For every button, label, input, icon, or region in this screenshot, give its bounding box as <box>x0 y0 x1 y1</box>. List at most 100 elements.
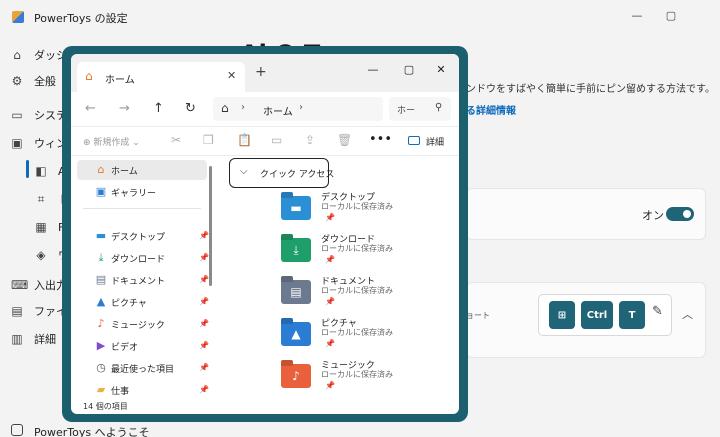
address-bar[interactable]: ⌂ › ホーム › <box>213 97 383 121</box>
paste-icon[interactable]: 📋 <box>237 134 252 146</box>
sidebar-item-0[interactable]: ⌂ ホーム <box>77 160 207 180</box>
pictures-folder-icon: ▲ <box>281 322 311 346</box>
folder-status: ローカルに保存済み <box>321 328 393 337</box>
fancyzones-icon: ▦ <box>35 220 47 234</box>
tab-label: ホーム <box>105 75 135 86</box>
quick-access-folder[interactable]: ⤓ ダウンロード ローカルに保存済み 📌 <box>281 232 459 272</box>
sidebar-item-label: ギャラリー <box>111 189 157 199</box>
window-icon: ▣ <box>11 136 23 150</box>
explorer-maximize-button[interactable]: ▢ <box>397 60 421 80</box>
sidebar-item-1[interactable]: ▣ ギャラリー <box>77 182 207 202</box>
new-tab-button[interactable]: + <box>255 65 267 79</box>
sidebar-item-4[interactable]: ▤ ドキュメント 📌 <box>77 270 209 290</box>
address-text: ホーム <box>263 107 293 118</box>
quick-access-folder[interactable]: ▲ ピクチャ ローカルに保存済み 📌 <box>281 316 459 356</box>
music-icon: ♪ <box>97 317 105 330</box>
address-home-icon: ⌂ <box>221 101 229 115</box>
pencil-icon[interactable]: ✎ <box>652 305 666 319</box>
sidebar-item-label: デスクトップ <box>111 233 166 243</box>
quick-access-folder[interactable]: ▤ ドキュメント ローカルに保存済み 📌 <box>281 274 459 314</box>
folder-glyph: ▬ <box>290 201 302 215</box>
desktop-icon: ▬ <box>95 229 107 242</box>
quick-access-folder[interactable]: ▬ デスクトップ ローカルに保存済み 📌 <box>281 190 459 230</box>
quick-access-label: クイック アクセス <box>260 170 335 180</box>
folder-status: ローカルに保存済み <box>321 202 393 211</box>
sidebar-item-label: 最近使った項目 <box>111 365 175 375</box>
powertoys-titlebar: PowerToys の設定 — ▢ <box>0 0 720 34</box>
refresh-icon[interactable]: ↻ <box>185 102 196 115</box>
nav-item-1[interactable]: ⚙ 全般 <box>0 68 70 94</box>
enable-toggle[interactable] <box>666 207 694 221</box>
gear-icon: ⚙ <box>11 74 23 88</box>
pin-icon: 📌 <box>199 341 209 350</box>
explorer-titlebar: ⌂ ホーム ✕ + — ▢ ✕ <box>71 54 459 92</box>
pin-icon: 📌 <box>199 363 209 372</box>
page-description: ンドウをすばやく簡単に手前にピン留めする方法です。 <box>466 84 715 95</box>
chevron-up-icon[interactable]: ︿ <box>682 306 693 322</box>
pin-icon: 📌 <box>325 381 335 390</box>
home-icon: ⌂ <box>97 163 105 176</box>
sidebar-item-8[interactable]: ◷ 最近使った項目 📌 <box>77 358 209 378</box>
nav-item-3[interactable]: ▣ ウィンド <box>0 130 78 156</box>
sidebar-item-2[interactable]: ▬ デスクトップ 📌 <box>77 226 209 246</box>
rename-icon[interactable]: ▭ <box>271 134 282 146</box>
sidebar-item-7[interactable]: ▶ ビデオ 📌 <box>77 336 209 356</box>
nav-item-7[interactable]: ◈ワ <box>0 242 70 268</box>
search-box[interactable]: ホー ⚲ <box>389 97 451 121</box>
sidebar-item-5[interactable]: ▲ ピクチャ 📌 <box>77 292 209 312</box>
maximize-button[interactable]: ▢ <box>656 6 686 26</box>
sidebar-item-label: ミュージック <box>111 321 165 331</box>
more-options-button[interactable]: ••• <box>369 132 392 147</box>
sidebar-item-3[interactable]: ⤓ ダウンロード 📌 <box>77 248 209 268</box>
explorer-close-button[interactable]: ✕ <box>429 60 453 80</box>
folder-glyph: ⤓ <box>293 243 299 257</box>
status-bar-item-count: 14 個の項目 <box>83 402 128 411</box>
learn-more-link[interactable]: る詳細情報 <box>466 102 516 117</box>
folder-glyph: ▤ <box>290 285 302 299</box>
delete-icon[interactable]: 🗑 <box>337 134 352 146</box>
folder-glyph: ♪ <box>292 369 300 383</box>
nav-item-9[interactable]: ▤ ファイル <box>0 298 78 324</box>
back-arrow-icon[interactable]: ← <box>85 102 96 115</box>
new-button[interactable]: ⊕ 新規作成 ⌄ <box>83 135 140 148</box>
nav-item-0[interactable]: ⌂ ダッシュ <box>0 42 78 68</box>
copy-icon[interactable]: ❐ <box>203 134 214 146</box>
nav-item-8[interactable]: ⌨ 入出力 <box>0 272 70 298</box>
folder-status: ローカルに保存済み <box>321 244 393 253</box>
up-arrow-icon[interactable]: ↑ <box>153 102 164 115</box>
gallery-icon: ▣ <box>95 185 107 198</box>
close-tab-icon[interactable]: ✕ <box>227 69 236 82</box>
explorer-minimize-button[interactable]: — <box>361 60 385 80</box>
desktop-folder-icon: ▬ <box>281 196 311 220</box>
sidebar-item-label: ダウンロード <box>111 255 166 265</box>
address-separator-icon: › <box>299 102 303 113</box>
quick-access-folder[interactable]: ♪ ミュージック ローカルに保存済み 📌 <box>281 358 459 398</box>
nav-item-4[interactable]: ◧A <box>0 158 70 184</box>
folder-glyph: ▲ <box>291 327 301 341</box>
crop-icon: ⌗ <box>37 192 45 206</box>
details-button-label[interactable]: 詳細 <box>426 135 444 148</box>
explorer-tab[interactable]: ⌂ ホーム ✕ <box>77 62 245 92</box>
nav-item-6[interactable]: ▦Fa <box>0 214 70 240</box>
sidebar-scrollbar[interactable] <box>209 166 212 286</box>
forward-arrow-icon[interactable]: → <box>119 102 130 115</box>
share-icon[interactable]: ⇪ <box>305 134 315 146</box>
pin-icon: 📌 <box>199 319 209 328</box>
shortcut-hint: ョート <box>466 311 490 320</box>
toggle-knob <box>683 210 691 218</box>
nav-item-10[interactable]: ▥ 詳細 <box>0 326 70 352</box>
sidebar-item-6[interactable]: ♪ ミュージック 📌 <box>77 314 209 334</box>
quick-access-header[interactable]: ⌵ クイック アクセス <box>229 158 334 188</box>
pin-icon: 📌 <box>325 255 335 264</box>
nav-item-5[interactable]: ⌗ト <box>0 186 70 212</box>
sidebar-item-label: ビデオ <box>111 343 139 353</box>
chevron-down-icon: ⌵ <box>240 166 248 177</box>
minimize-button[interactable]: — <box>622 6 652 26</box>
details-pane-icon[interactable] <box>408 136 420 145</box>
nav-item-2[interactable]: ▭ システム <box>0 102 77 128</box>
navigation-pane: ⌂ ホーム ▣ ギャラリー ▬ デスクトップ 📌 ⤓ ダウンロード 📌 ▤ ドキュメント 📌 ▲ ピクチャ 📌… <box>71 156 211 400</box>
cut-icon[interactable]: ✂ <box>171 134 181 146</box>
advanced-icon: ▥ <box>11 332 23 346</box>
sidebar-item-9[interactable]: ▰ 仕事 📌 <box>77 380 209 400</box>
welcome-nav-item[interactable]: PowerToys へようこそ <box>34 424 150 437</box>
